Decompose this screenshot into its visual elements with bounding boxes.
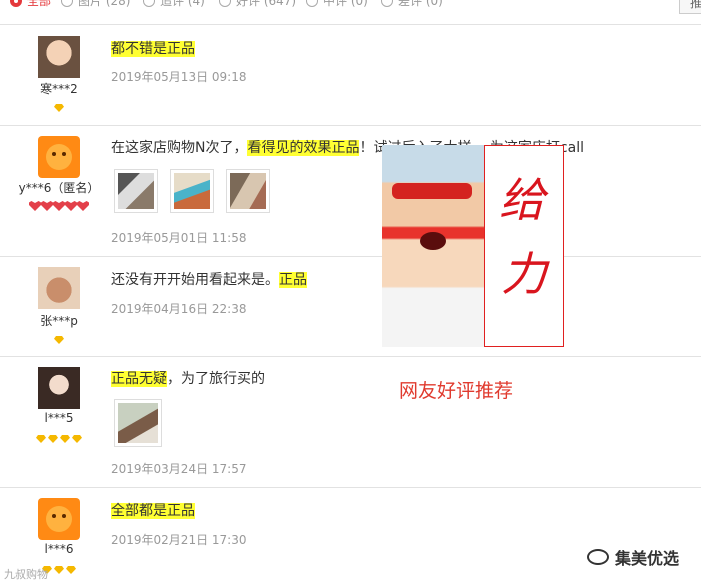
- review-image[interactable]: [226, 169, 270, 213]
- review-username[interactable]: l***6: [0, 542, 118, 556]
- avatar[interactable]: [38, 267, 80, 309]
- gem-icon: [54, 104, 64, 112]
- radio-icon: [381, 0, 393, 7]
- review-content: 正品无疑，为了旅行买的: [111, 368, 265, 388]
- review-image[interactable]: [114, 169, 158, 213]
- filter-negative[interactable]: 差评 (0): [381, 0, 443, 9]
- review-item: l***5 正品无疑，为了旅行买的 2019年03月24日 17:57: [0, 357, 701, 488]
- review-image[interactable]: [170, 169, 214, 213]
- filter-neutral[interactable]: 中评 (0): [306, 0, 368, 9]
- geili-char-1: 给: [499, 173, 545, 227]
- brand-watermark: 集美优选: [586, 545, 679, 569]
- filter-followup[interactable]: 追评 (4): [143, 0, 205, 9]
- highlight-text: 正品无疑: [111, 371, 167, 387]
- filter-images[interactable]: 图片 (28): [61, 0, 130, 9]
- review-date: 2019年05月13日 09:18: [111, 70, 247, 84]
- content-text: 还没有开开始用看起来是。: [111, 272, 279, 288]
- review-item: 寒***2 都不错是正品 2019年05月13日 09:18: [0, 25, 701, 126]
- radio-icon: [143, 0, 155, 7]
- avatar[interactable]: [38, 498, 80, 540]
- gem-icon: [66, 566, 76, 574]
- user-level: [0, 334, 118, 344]
- filter-all[interactable]: 全部: [10, 0, 51, 9]
- review-username[interactable]: 寒***2: [0, 80, 118, 97]
- headband-shape: [392, 183, 472, 199]
- radio-icon: [219, 0, 231, 7]
- gem-icon: [48, 435, 58, 443]
- geili-char-2: 力: [501, 247, 547, 301]
- user-level: [0, 433, 118, 443]
- radio-icon: [61, 0, 73, 7]
- filter-label: 追评 (4): [160, 0, 205, 8]
- mouth-shape: [420, 232, 446, 250]
- review-date: 2019年03月24日 17:57: [111, 462, 247, 476]
- corner-watermark: 九叔购物: [4, 568, 48, 581]
- promo-text: 网友好评推荐: [399, 380, 514, 402]
- geili-card: 给 力: [484, 145, 564, 347]
- review-image[interactable]: [114, 399, 162, 447]
- highlight-text: 看得见的效果正品: [247, 140, 360, 156]
- radio-icon: [10, 0, 22, 7]
- review-username[interactable]: y***6（匿名）: [0, 179, 118, 196]
- review-item: l***6 全部都是正品 2019年02月21日 17:30: [0, 488, 701, 586]
- review-date: 2019年05月01日 11:58: [111, 231, 247, 245]
- filter-positive[interactable]: 好评 (647): [219, 0, 296, 9]
- wechat-logo-icon: [586, 549, 609, 565]
- heart-icon: [65, 201, 77, 211]
- gem-icon: [60, 435, 70, 443]
- filter-label: 差评 (0): [398, 0, 443, 8]
- review-date: 2019年02月21日 17:30: [111, 533, 247, 547]
- highlight-text: 都不错是正品: [111, 41, 195, 57]
- user-level: [0, 201, 118, 211]
- content-text: ，为了旅行买的: [167, 371, 265, 387]
- filter-label: 全部: [27, 0, 52, 8]
- highlight-text: 正品: [279, 272, 307, 288]
- review-filter-bar: 全部 图片 (28) 追评 (4) 好评 (647) 中评 (0) 差评 (0)…: [0, 0, 701, 25]
- gem-icon: [54, 336, 64, 344]
- heart-icon: [77, 201, 89, 211]
- filter-label: 好评 (647): [236, 0, 297, 8]
- review-content: 全部都是正品: [111, 500, 195, 520]
- highlight-text: 全部都是正品: [111, 503, 195, 519]
- radio-icon: [306, 0, 318, 7]
- content-text: 在这家店购物N次了，: [111, 140, 248, 156]
- review-content: 还没有开开始用看起来是。正品: [111, 269, 307, 289]
- review-item: 张***p 还没有开开始用看起来是。正品 2019年04月16日 22:38: [0, 257, 701, 357]
- review-content: 都不错是正品: [111, 38, 195, 58]
- user-level: [0, 102, 118, 112]
- heart-icon: [53, 201, 65, 211]
- review-username[interactable]: 张***p: [0, 312, 118, 329]
- brand-name: 集美优选: [614, 549, 679, 568]
- review-username[interactable]: l***5: [0, 411, 118, 425]
- avatar[interactable]: [38, 367, 80, 409]
- avatar[interactable]: [38, 36, 80, 78]
- heart-icon: [29, 201, 41, 211]
- filter-label: 中评 (0): [323, 0, 368, 8]
- review-item: y***6（匿名） 在这家店购物N次了，看得见的效果正品！试过后入了大样 ，为这…: [0, 126, 701, 257]
- avatar[interactable]: [38, 136, 80, 178]
- review-date: 2019年04月16日 22:38: [111, 302, 247, 316]
- sort-button[interactable]: 推: [679, 0, 701, 14]
- gem-icon: [54, 566, 64, 574]
- heart-icon: [41, 201, 53, 211]
- gem-icon: [36, 435, 46, 443]
- filter-label: 图片 (28): [78, 0, 131, 8]
- gem-icon: [72, 435, 82, 443]
